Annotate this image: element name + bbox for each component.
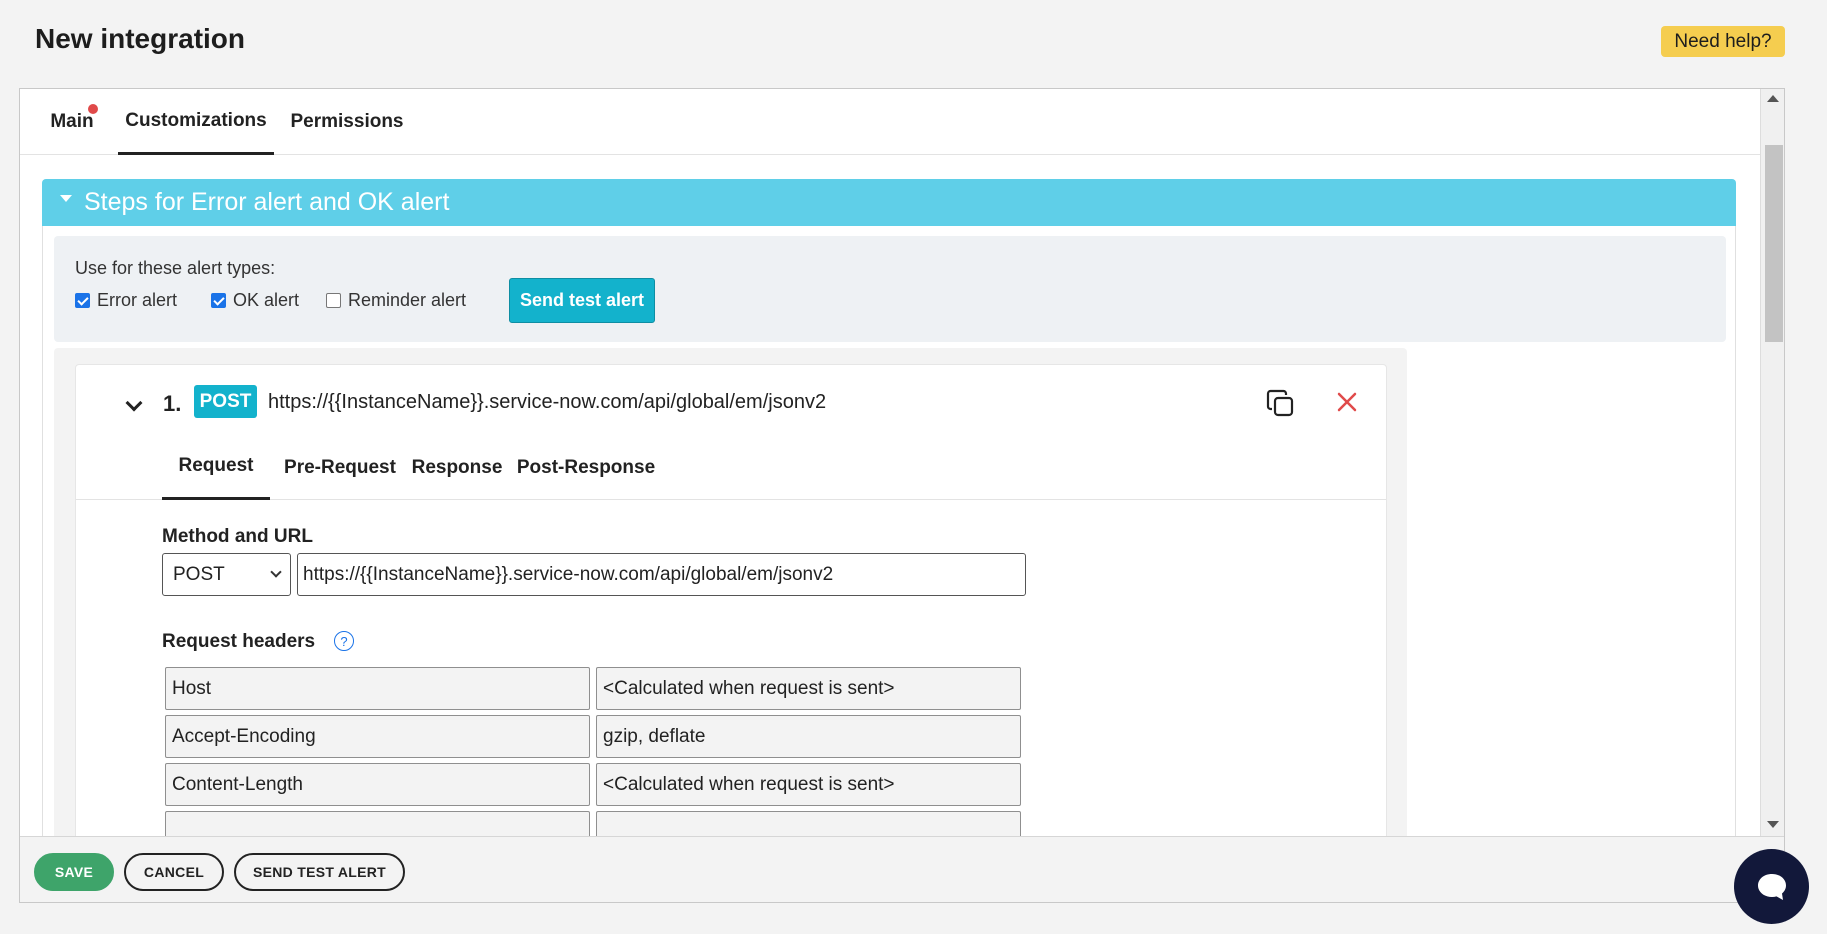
chevron-down-icon — [270, 566, 282, 578]
alert-types-label: Use for these alert types: — [75, 258, 276, 278]
header-name-cell[interactable]: Host — [165, 667, 590, 710]
section-body: Use for these alert types: Error alert O… — [42, 226, 1736, 836]
tab-customizations[interactable]: Customizations — [118, 89, 274, 155]
checkbox-checked-icon — [75, 293, 90, 308]
section-header-toggle[interactable]: Steps for Error alert and OK alert — [42, 179, 1736, 226]
page-header: New integration Need help? — [0, 0, 1827, 86]
request-headers-label: Request headers — [162, 631, 316, 652]
tab-post-response[interactable]: Post-Response — [516, 435, 656, 500]
help-circle-icon[interactable]: ? — [334, 631, 354, 651]
tab-main-label: Main — [50, 111, 94, 132]
checkbox-error-alert-label: Error alert — [97, 290, 178, 310]
method-select[interactable]: POST — [162, 553, 291, 596]
footer-actions: SAVE CANCEL SEND TEST ALERT — [20, 836, 1784, 902]
send-test-alert-button[interactable]: Send test alert — [509, 278, 655, 323]
chat-button[interactable] — [1734, 849, 1809, 924]
checkbox-ok-alert-label: OK alert — [233, 290, 300, 310]
header-value-cell[interactable]: <Calculated when request is sent> — [596, 763, 1021, 806]
need-help-button[interactable]: Need help? — [1661, 26, 1785, 57]
scroll-up-icon[interactable] — [1767, 95, 1779, 102]
chat-icon — [1757, 873, 1786, 900]
header-name-cell[interactable]: Accept-Encoding — [165, 715, 590, 758]
chevron-down-icon[interactable] — [125, 394, 143, 412]
checkbox-ok-alert[interactable]: OK alert — [211, 290, 299, 311]
method-badge: POST — [194, 385, 257, 418]
caret-down-icon — [60, 195, 72, 202]
tab-main[interactable]: Main — [50, 89, 98, 155]
cancel-button[interactable]: CANCEL — [124, 853, 224, 891]
send-test-alert-footer-button[interactable]: SEND TEST ALERT — [234, 853, 405, 891]
header-value-cell[interactable]: gzip, deflate — [596, 715, 1021, 758]
url-input[interactable] — [297, 553, 1026, 596]
tab-permissions-label: Permissions — [290, 111, 404, 132]
tab-response-label: Response — [411, 456, 503, 478]
checkbox-reminder-alert-label: Reminder alert — [348, 290, 467, 310]
step-url: https://{{InstanceName}}.service-now.com… — [268, 391, 827, 413]
tab-customizations-label: Customizations — [125, 109, 267, 131]
tab-pre-request[interactable]: Pre-Request — [282, 435, 398, 500]
tab-request[interactable]: Request — [162, 435, 270, 500]
copy-icon[interactable] — [1265, 388, 1297, 420]
header-value-cell-partial[interactable] — [596, 811, 1021, 836]
save-button[interactable]: SAVE — [34, 853, 114, 891]
tab-request-label: Request — [178, 455, 254, 476]
tab-pre-request-label: Pre-Request — [284, 456, 396, 478]
checkbox-error-alert[interactable]: Error alert — [75, 290, 177, 311]
integration-panel: Main Customizations Permissions Steps fo… — [19, 88, 1785, 903]
page-title: New integration — [35, 23, 246, 54]
close-icon[interactable] — [1335, 390, 1359, 414]
step-sub-tabs: Request Pre-Request Response Post-Respon… — [76, 435, 1386, 500]
main-tabs: Main Customizations Permissions — [20, 89, 1760, 155]
method-select-value: POST — [173, 563, 225, 585]
tab-post-response-label: Post-Response — [516, 456, 656, 478]
tab-error-indicator — [88, 104, 98, 114]
panel-content: Main Customizations Permissions Steps fo… — [20, 89, 1760, 836]
alert-types-box: Use for these alert types: Error alert O… — [54, 236, 1726, 342]
scroll-down-icon[interactable] — [1767, 821, 1779, 828]
tab-response[interactable]: Response — [410, 435, 504, 500]
steps-area: 1. POST https://{{InstanceName}}.service… — [54, 348, 1407, 836]
section-title: Steps for Error alert and OK alert — [84, 188, 450, 216]
header-value-cell[interactable]: <Calculated when request is sent> — [596, 667, 1021, 710]
checkbox-checked-icon — [211, 293, 226, 308]
step-card: 1. POST https://{{InstanceName}}.service… — [75, 364, 1387, 836]
header-name-cell[interactable]: Content-Length — [165, 763, 590, 806]
checkbox-reminder-alert[interactable]: Reminder alert — [326, 290, 466, 311]
header-name-cell-partial[interactable] — [165, 811, 590, 836]
step-number: 1. — [163, 391, 182, 416]
tab-permissions[interactable]: Permissions — [290, 89, 404, 155]
method-url-label: Method and URL — [162, 526, 313, 547]
scrollbar-thumb[interactable] — [1765, 145, 1783, 342]
vertical-scrollbar[interactable] — [1760, 89, 1784, 836]
checkbox-unchecked-icon — [326, 293, 341, 308]
